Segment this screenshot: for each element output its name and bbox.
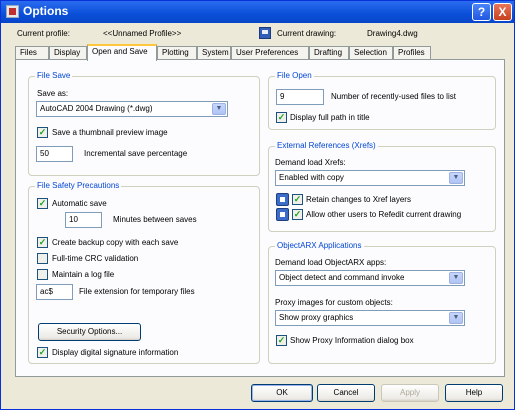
tab-drafting[interactable]: Drafting [309, 46, 349, 60]
log-file-checkbox[interactable] [37, 269, 48, 280]
autosave-checkbox[interactable]: ✓ [37, 198, 48, 209]
chevron-down-icon[interactable]: ▼ [449, 272, 463, 284]
incremental-save-input[interactable]: 50 [36, 146, 73, 162]
file-safety-group: File Safety Precautions ✓ Automatic save… [28, 181, 260, 364]
retain-xref-checkbox[interactable]: ✓ [292, 194, 303, 205]
security-options-button[interactable]: Security Options... [38, 323, 141, 341]
crc-checkbox[interactable] [37, 253, 48, 264]
objectarx-group: ObjectARX Applications Demand load Objec… [268, 241, 496, 364]
tab-files[interactable]: Files [15, 46, 49, 60]
temp-extension-label: File extension for temporary files [79, 287, 195, 296]
allow-refedit-label: Allow other users to Refedit current dra… [306, 210, 462, 219]
proxy-images-value: Show proxy graphics [279, 313, 354, 322]
full-path-checkbox[interactable]: ✓ [276, 112, 287, 123]
help-button[interactable]: Help [445, 384, 503, 402]
chevron-down-icon[interactable]: ▼ [449, 312, 463, 324]
options-dialog: Options ? X Current profile: <<Unnamed P… [0, 0, 515, 410]
help-title-button[interactable]: ? [472, 3, 491, 21]
save-as-dropdown[interactable]: AutoCAD 2004 Drawing (*.dwg) ▼ [36, 101, 228, 117]
show-proxy-checkbox[interactable]: ✓ [276, 335, 287, 346]
ok-button[interactable]: OK [251, 384, 313, 402]
demand-load-arx-label: Demand load ObjectARX apps: [275, 258, 387, 267]
file-open-group: File Open 9 Number of recently-used file… [268, 71, 496, 130]
crc-label: Full-time CRC validation [52, 254, 139, 263]
digital-signature-label: Display digital signature information [52, 348, 179, 357]
autosave-minutes-value: 10 [69, 215, 78, 224]
proxy-images-dropdown[interactable]: Show proxy graphics ▼ [275, 310, 465, 326]
demand-load-arx-dropdown[interactable]: Object detect and command invoke ▼ [275, 270, 465, 286]
tab-plotting[interactable]: Plotting [157, 46, 197, 60]
demand-load-xrefs-dropdown[interactable]: Enabled with copy ▼ [275, 170, 465, 186]
log-file-label: Maintain a log file [52, 270, 115, 279]
demand-load-arx-value: Object detect and command invoke [279, 273, 405, 282]
tab-selection[interactable]: Selection [349, 46, 393, 60]
title-bar[interactable]: Options ? X [1, 1, 514, 23]
recent-files-input[interactable]: 9 [276, 89, 324, 105]
file-save-group: File Save Save as: AutoCAD 2004 Drawing … [28, 71, 260, 176]
tab-system[interactable]: System [197, 46, 231, 60]
thumbnail-checkbox[interactable]: ✓ [37, 127, 48, 138]
tab-open-and-save[interactable]: Open and Save [87, 44, 157, 61]
chevron-down-icon[interactable]: ▼ [212, 103, 226, 115]
current-profile-label: Current profile: [17, 29, 70, 38]
xrefs-group: External References (Xrefs) Demand load … [268, 141, 496, 232]
tab-display[interactable]: Display [49, 46, 87, 60]
save-as-value: AutoCAD 2004 Drawing (*.dwg) [40, 104, 153, 113]
open-and-save-panel: File Save Save as: AutoCAD 2004 Drawing … [15, 59, 505, 377]
xref-layers-icon [276, 193, 289, 206]
thumbnail-label: Save a thumbnail preview image [52, 128, 168, 137]
tab-profiles[interactable]: Profiles [393, 46, 431, 60]
show-proxy-label: Show Proxy Information dialog box [290, 336, 414, 345]
app-icon [6, 5, 19, 18]
autosave-minutes-label: Minutes between saves [113, 215, 197, 224]
proxy-images-label: Proxy images for custom objects: [275, 298, 393, 307]
retain-xref-label: Retain changes to Xref layers [306, 195, 411, 204]
save-as-label: Save as: [37, 89, 69, 98]
close-button[interactable]: X [493, 3, 512, 21]
incremental-save-label: Incremental save percentage [84, 149, 188, 158]
demand-load-xrefs-label: Demand load Xrefs: [275, 158, 346, 167]
tab-user-preferences[interactable]: User Preferences [231, 46, 309, 60]
allow-refedit-checkbox[interactable]: ✓ [292, 209, 303, 220]
autosave-minutes-input[interactable]: 10 [65, 212, 102, 228]
file-safety-title: File Safety Precautions [35, 181, 122, 190]
drawing-icon [259, 27, 271, 39]
chevron-down-icon[interactable]: ▼ [449, 172, 463, 184]
full-path-label: Display full path in title [290, 113, 370, 122]
current-drawing-label: Current drawing: [277, 29, 337, 38]
file-save-title: File Save [35, 71, 73, 80]
recent-files-value: 9 [280, 92, 285, 101]
temp-extension-value: ac$ [40, 287, 53, 296]
backup-label: Create backup copy with each save [52, 238, 179, 247]
cancel-button[interactable]: Cancel [317, 384, 375, 402]
window-title: Options [23, 4, 69, 18]
backup-checkbox[interactable]: ✓ [37, 237, 48, 248]
refedit-icon [276, 208, 289, 221]
current-profile-value: <<Unnamed Profile>> [103, 29, 182, 38]
file-open-title: File Open [275, 71, 314, 80]
current-drawing-value: Drawing4.dwg [367, 29, 418, 38]
xrefs-title: External References (Xrefs) [275, 141, 378, 150]
autosave-label: Automatic save [52, 199, 107, 208]
demand-load-xrefs-value: Enabled with copy [279, 173, 344, 182]
objectarx-title: ObjectARX Applications [275, 241, 364, 250]
recent-files-label: Number of recently-used files to list [331, 92, 456, 101]
digital-signature-checkbox[interactable]: ✓ [37, 347, 48, 358]
temp-extension-input[interactable]: ac$ [36, 284, 73, 300]
apply-button[interactable]: Apply [381, 384, 439, 402]
incremental-save-value: 50 [40, 149, 49, 158]
